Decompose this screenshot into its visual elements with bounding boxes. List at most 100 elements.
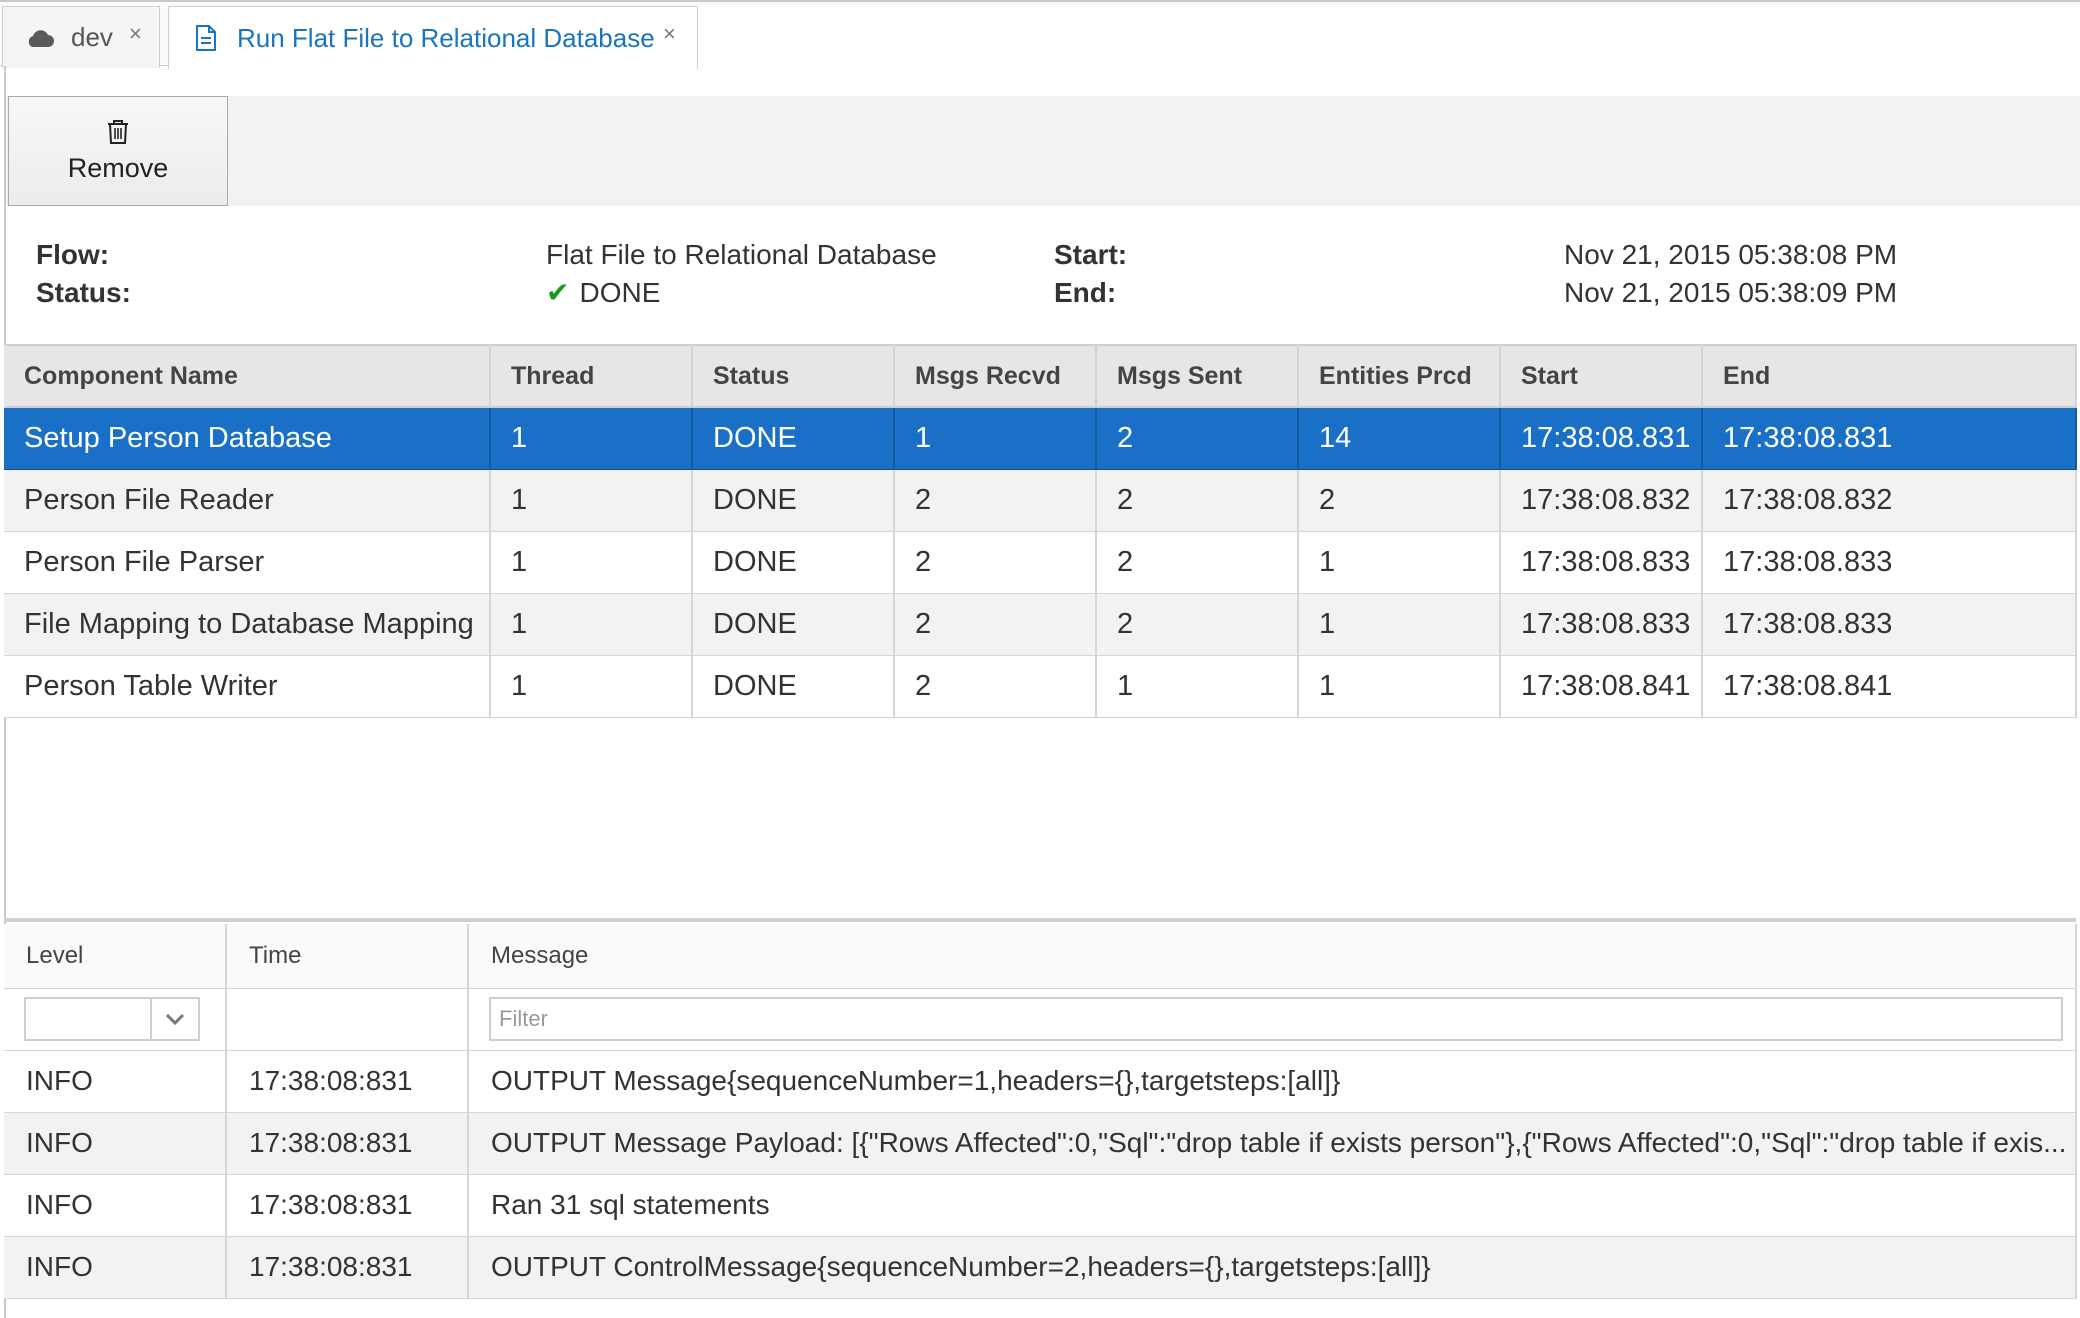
cell-end: 17:38:08.831 [1702, 406, 2077, 470]
column-header[interactable]: Entities Prcd [1298, 344, 1501, 408]
cell-component-name: Person Table Writer [4, 655, 491, 718]
cell-component-name: Person File Parser [4, 531, 491, 594]
cell-time: 17:38:08:831 [226, 1174, 469, 1237]
cell-time: 17:38:08:831 [226, 1050, 469, 1113]
time-filter-cell [226, 988, 469, 1051]
cell-start: 17:38:08.831 [1500, 406, 1703, 470]
table-row[interactable]: Person Table Writer 1 DONE 2 1 1 17:38:0… [4, 655, 2077, 718]
column-header[interactable]: Start [1500, 344, 1703, 408]
end-label: End: [1054, 277, 1117, 308]
cell-end: 17:38:08.832 [1702, 469, 2077, 532]
tab-bar-fill [698, 6, 2080, 68]
cell-start: 17:38:08.833 [1500, 531, 1703, 594]
component-header-row: Component Name Thread Status Msgs Recvd … [4, 344, 2077, 408]
log-grid: Level Time Message Filter INFO 17:38:08:… [4, 924, 2077, 1299]
start-label: Start: [1054, 239, 1128, 270]
cell-status: DONE [692, 655, 895, 718]
cell-level: INFO [4, 1112, 227, 1175]
cell-message: OUTPUT Message{sequenceNumber=1,headers=… [468, 1050, 2077, 1113]
close-icon[interactable]: × [129, 21, 142, 47]
cell-thread: 1 [490, 406, 693, 470]
column-header[interactable]: Thread [490, 344, 693, 408]
tab-dev[interactable]: dev × [2, 6, 160, 68]
cell-level: INFO [4, 1174, 227, 1237]
close-icon[interactable]: × [663, 21, 676, 47]
level-filter-select[interactable] [24, 997, 200, 1041]
column-header[interactable]: Level [4, 924, 227, 989]
log-row[interactable]: INFO 17:38:08:831 OUTPUT Message{sequenc… [4, 1050, 2077, 1113]
cell-time: 17:38:08:831 [226, 1236, 469, 1299]
cell-entities-prcd: 1 [1298, 655, 1501, 718]
panel-splitter[interactable] [4, 918, 2076, 922]
cell-end: 17:38:08.841 [1702, 655, 2077, 718]
flow-label: Flow: [36, 239, 110, 270]
level-filter-cell [4, 988, 227, 1051]
column-header[interactable]: End [1702, 344, 2077, 408]
cell-msgs-sent: 2 [1096, 406, 1299, 470]
message-filter-cell [468, 988, 2077, 1051]
cell-msgs-sent: 2 [1096, 531, 1299, 594]
cell-status: DONE [692, 531, 895, 594]
cell-end: 17:38:08.833 [1702, 531, 2077, 594]
tab-run-flow[interactable]: Run Flat File to Relational Database × [168, 6, 698, 69]
table-row[interactable]: Person File Reader 1 DONE 2 2 2 17:38:08… [4, 469, 2077, 532]
end-value: Nov 21, 2015 05:38:09 PM [1564, 277, 1898, 308]
cell-entities-prcd: 1 [1298, 593, 1501, 656]
cell-component-name: Setup Person Database [4, 406, 491, 470]
cell-level: INFO [4, 1050, 227, 1113]
column-header[interactable]: Component Name [4, 344, 491, 408]
check-icon: ✔ [546, 277, 570, 308]
toolbar: Remove [6, 96, 2080, 206]
cell-status: DONE [692, 469, 895, 532]
cell-msgs-recvd: 2 [894, 469, 1097, 532]
column-header[interactable]: Msgs Recvd [894, 344, 1097, 408]
cell-msgs-recvd: 2 [894, 531, 1097, 594]
cell-thread: 1 [490, 469, 693, 532]
start-value: Nov 21, 2015 05:38:08 PM [1564, 239, 1898, 270]
cell-status: DONE [692, 406, 895, 470]
table-row[interactable]: File Mapping to Database Mapping 1 DONE … [4, 593, 2077, 656]
cell-thread: 1 [490, 531, 693, 594]
table-row[interactable]: Person File Parser 1 DONE 2 2 1 17:38:08… [4, 531, 2077, 594]
table-row[interactable]: Setup Person Database 1 DONE 1 2 14 17:3… [4, 406, 2077, 470]
cell-component-name: File Mapping to Database Mapping [4, 593, 491, 656]
log-header-row: Level Time Message [4, 924, 2077, 989]
trash-icon [106, 119, 130, 145]
chevron-down-icon[interactable] [150, 999, 198, 1039]
document-icon [189, 21, 223, 55]
log-row[interactable]: INFO 17:38:08:831 OUTPUT ControlMessage{… [4, 1236, 2077, 1299]
cell-component-name: Person File Reader [4, 469, 491, 532]
log-row[interactable]: INFO 17:38:08:831 OUTPUT Message Payload… [4, 1112, 2077, 1175]
tab-label: dev [71, 22, 113, 52]
cell-msgs-recvd: 2 [894, 655, 1097, 718]
cell-message: OUTPUT ControlMessage{sequenceNumber=2,h… [468, 1236, 2077, 1299]
cell-msgs-recvd: 1 [894, 406, 1097, 470]
status-label: Status: [36, 277, 131, 308]
column-header[interactable]: Time [226, 924, 469, 989]
cell-msgs-sent: 2 [1096, 593, 1299, 656]
cell-thread: 1 [490, 593, 693, 656]
component-table: Component Name Thread Status Msgs Recvd … [4, 344, 2077, 718]
run-summary: Flow: Status: Flat File to Relational Da… [6, 236, 2080, 316]
column-header[interactable]: Status [692, 344, 895, 408]
log-row[interactable]: INFO 17:38:08:831 Ran 31 sql statements [4, 1174, 2077, 1237]
status-value-wrap: ✔ DONE [546, 274, 660, 312]
message-filter-input[interactable] [489, 997, 2063, 1041]
cell-end: 17:38:08.833 [1702, 593, 2077, 656]
component-grid: Component Name Thread Status Msgs Recvd … [4, 344, 2080, 718]
cell-msgs-recvd: 2 [894, 593, 1097, 656]
tab-bar: dev × Run Flat File to Relational Databa… [0, 0, 2080, 69]
cloud-icon [23, 21, 57, 55]
status-value: DONE [579, 277, 661, 308]
cell-start: 17:38:08.832 [1500, 469, 1703, 532]
log-table: Level Time Message Filter INFO 17:38:08:… [4, 924, 2077, 1299]
column-header[interactable]: Message [468, 924, 2077, 989]
remove-button[interactable]: Remove [8, 96, 228, 206]
cell-message: OUTPUT Message Payload: [{"Rows Affected… [468, 1112, 2077, 1175]
cell-msgs-sent: 2 [1096, 469, 1299, 532]
column-header[interactable]: Msgs Sent [1096, 344, 1299, 408]
cell-entities-prcd: 2 [1298, 469, 1501, 532]
cell-thread: 1 [490, 655, 693, 718]
cell-start: 17:38:08.833 [1500, 593, 1703, 656]
flow-value: Flat File to Relational Database [546, 239, 937, 270]
